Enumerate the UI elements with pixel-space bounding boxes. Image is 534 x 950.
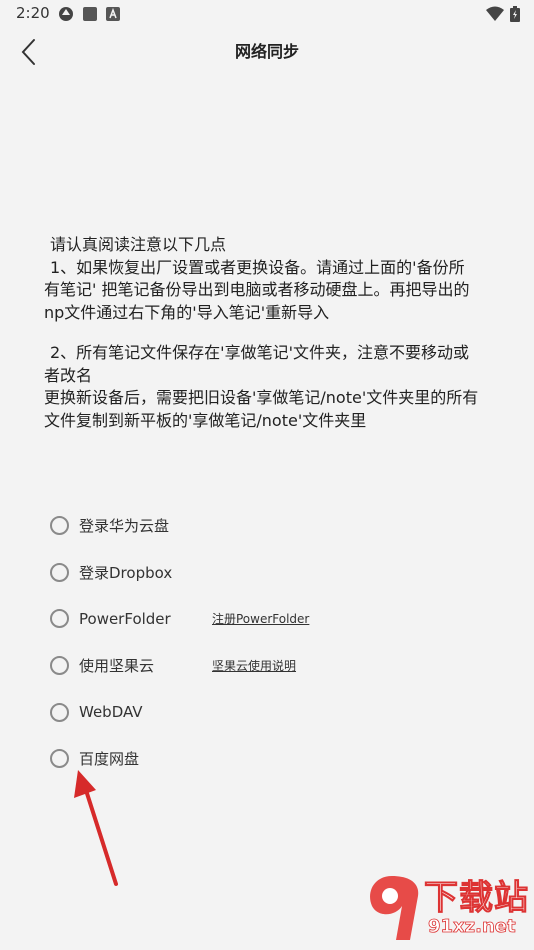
wifi-icon xyxy=(486,6,504,21)
option-jianguoyun[interactable]: 使用坚果云 坚果云使用说明 xyxy=(50,642,510,689)
status-time: 2:20 xyxy=(16,4,50,22)
radio-button[interactable] xyxy=(50,702,69,722)
radio-button[interactable] xyxy=(50,562,69,582)
radio-button[interactable] xyxy=(50,515,69,535)
option-label: 登录Dropbox xyxy=(79,563,173,582)
battery-icon xyxy=(510,6,520,22)
square-notification-icon xyxy=(83,7,97,21)
option-dropbox[interactable]: 登录Dropbox xyxy=(50,549,510,596)
notice-item1-line3: np文件通过右下角的'导入笔记'重新导入 xyxy=(44,302,330,322)
option-powerfolder[interactable]: PowerFolder 注册PowerFolder xyxy=(50,595,510,642)
watermark-logo: 下载站 91xz.net xyxy=(362,870,534,950)
notice-item2-line4: 文件复制到新平板的'享做笔记/note'文件夹里 xyxy=(44,410,367,430)
radio-button[interactable] xyxy=(50,749,69,769)
option-label: WebDAV xyxy=(79,703,143,722)
register-powerfolder-link[interactable]: 注册PowerFolder xyxy=(212,610,309,627)
option-webdav[interactable]: WebDAV xyxy=(50,689,510,736)
notice-spacer xyxy=(44,324,506,342)
option-huawei-cloud[interactable]: 登录华为云盘 xyxy=(50,502,510,549)
notice-item2-line3: 更换新设备后，需要把旧设备'享做笔记/note'文件夹里的所有 xyxy=(44,388,479,407)
letter-a-notification-icon xyxy=(106,7,120,21)
status-icons-left xyxy=(58,6,120,22)
radio-button[interactable] xyxy=(50,609,69,629)
option-label: PowerFolder xyxy=(79,609,171,628)
app-notification-icon xyxy=(59,7,73,21)
watermark-title: 下载站 xyxy=(424,878,529,919)
notice-item1-line1: 1、如果恢复出厂设置或者更换设备。请通过上面的'备份所 xyxy=(50,257,465,277)
jianguoyun-help-link[interactable]: 坚果云使用说明 xyxy=(212,657,296,674)
header: 网络同步 xyxy=(0,28,534,76)
radio-button[interactable] xyxy=(50,655,69,675)
watermark-url: 91xz.net xyxy=(428,916,516,938)
option-label: 使用坚果云 xyxy=(79,656,155,675)
notice-text: 请认真阅读注意以下几点 1、如果恢复出厂设置或者更换设备。请通过上面的'备份所 … xyxy=(44,234,506,432)
notice-item2-line1: 2、所有笔记文件保存在'享做笔记'文件夹，注意不要移动或 xyxy=(50,343,469,362)
status-bar: 2:20 xyxy=(0,0,534,28)
status-icons-right xyxy=(486,6,520,22)
notice-item2-line2: 者改名 xyxy=(44,365,93,385)
option-label: 登录华为云盘 xyxy=(79,516,170,535)
red-arrow-annotation xyxy=(74,770,118,886)
site-logo-icon xyxy=(370,876,419,940)
notice-item1-line2: 有笔记' 把笔记备份导出到电脑或者移动硬盘上。再把导出的 xyxy=(44,280,470,299)
option-label: 百度网盘 xyxy=(79,750,140,769)
notice-heading: 请认真阅读注意以下几点 xyxy=(50,235,227,254)
sync-options: 登录华为云盘 登录Dropbox PowerFolder 注册PowerFold… xyxy=(50,502,510,782)
page-title: 网络同步 xyxy=(234,42,299,61)
